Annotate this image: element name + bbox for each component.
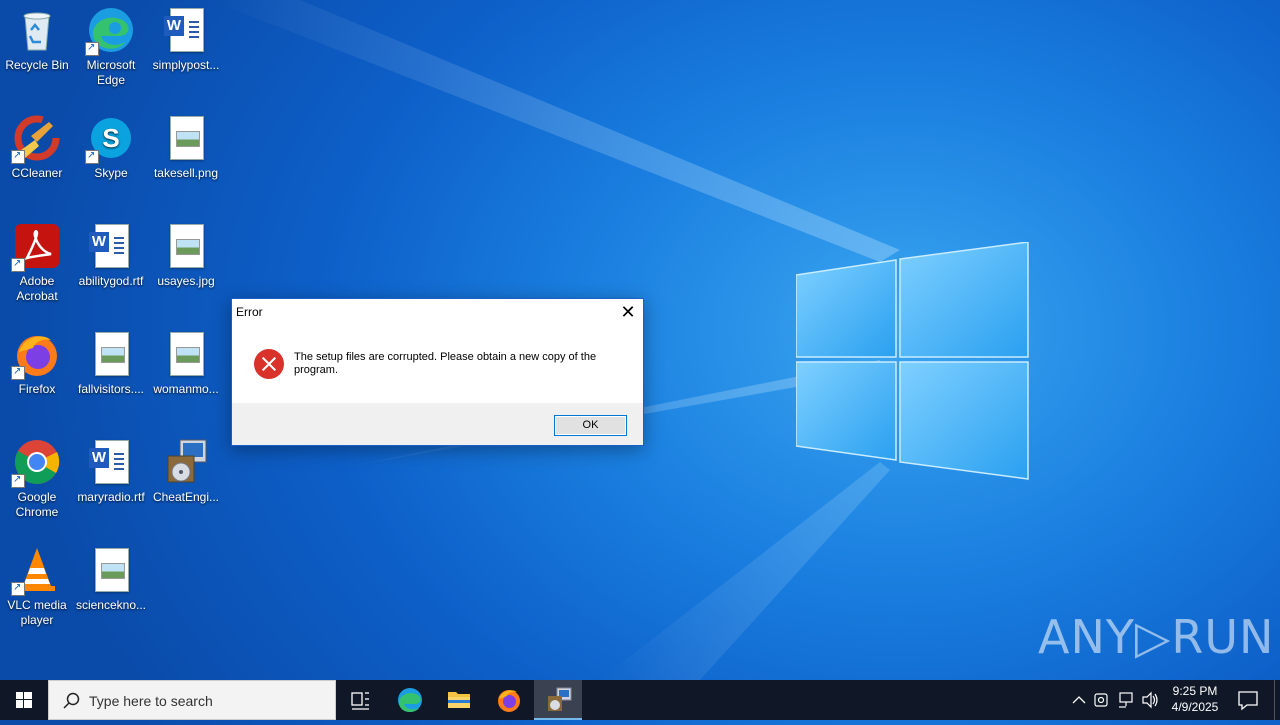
image-file-icon — [162, 330, 210, 378]
desktop-icon-label: abilitygod.rtf — [78, 274, 144, 288]
start-button[interactable] — [0, 680, 48, 720]
vlc-icon — [11, 546, 61, 596]
desktop-icon-label: fallvisitors.... — [77, 382, 144, 396]
desktop-icon-fallvisitors[interactable]: fallvisitors.... — [74, 326, 148, 397]
word-document-icon: W — [162, 6, 210, 54]
desktop-icon-adobe-acrobat[interactable]: Adobe Acrobat — [0, 218, 74, 304]
desktop-icon-label: womanmo... — [153, 382, 219, 396]
desktop-icon-label: simplypost... — [152, 58, 220, 72]
taskbar-firefox[interactable] — [485, 680, 533, 720]
taskbar-file-explorer[interactable] — [435, 680, 483, 720]
windows-start-icon — [16, 692, 32, 708]
desktop-icon-recycle-bin[interactable]: Recycle Bin — [0, 2, 74, 73]
desktop-icon-skype[interactable]: S Skype — [74, 110, 148, 181]
desktop-icon-label: Firefox — [18, 382, 56, 396]
camera-icon — [1094, 693, 1108, 707]
ok-button[interactable]: OK — [554, 415, 627, 436]
desktop-icon-label: usayes.jpg — [157, 274, 215, 288]
firefox-icon — [11, 330, 61, 380]
dialog-title: Error — [236, 305, 263, 319]
clock-date: 4/9/2025 — [1171, 700, 1219, 714]
chrome-icon — [11, 438, 61, 488]
folder-icon — [448, 692, 470, 708]
speaker-icon — [1142, 691, 1158, 709]
search-placeholder: Type here to search — [89, 693, 213, 709]
dialog-message: The setup files are corrupted. Please ob… — [294, 351, 597, 376]
desktop-icon-label: Google Chrome — [15, 490, 59, 519]
adobe-acrobat-icon — [11, 222, 61, 272]
task-view-button[interactable] — [336, 680, 384, 720]
image-file-icon — [87, 546, 135, 594]
desktop-icon-simplypost[interactable]: W simplypost... — [149, 2, 223, 73]
svg-text:S: S — [102, 123, 119, 153]
installer-icon — [162, 438, 210, 486]
notification-icon — [1238, 691, 1258, 711]
desktop-icon-label: CheatEngi... — [152, 490, 220, 504]
desktop-icon-label: takesell.png — [153, 166, 219, 180]
desktop-icon-vlc[interactable]: VLC media player — [0, 542, 74, 628]
word-document-icon: W — [87, 438, 135, 486]
skype-icon: S — [85, 114, 135, 164]
desktop-icon-google-chrome[interactable]: Google Chrome — [0, 434, 74, 520]
anyrun-watermark: ANY▷RUN — [1038, 610, 1275, 664]
taskbar-edge[interactable] — [386, 680, 434, 720]
tray-network[interactable] — [1116, 680, 1136, 720]
desktop-icon-ccleaner[interactable]: CCleaner — [0, 110, 74, 181]
desktop-icon-label: CCleaner — [11, 166, 63, 180]
edge-icon — [398, 688, 422, 713]
desktop-icon-label: VLC media player — [7, 598, 67, 627]
taskbar-clock[interactable]: 9:25 PM 4/9/2025 — [1160, 683, 1230, 715]
error-icon — [254, 349, 284, 379]
taskbar-installer-app[interactable] — [534, 680, 582, 720]
desktop-icon-usayes[interactable]: usayes.jpg — [149, 218, 223, 289]
desktop-icon-label: maryradio.rtf — [77, 490, 145, 504]
tray-meet-now[interactable] — [1092, 680, 1112, 720]
desktop-icon-label: sciencekno... — [75, 598, 147, 612]
edge-icon — [85, 6, 135, 56]
task-view-icon — [351, 692, 369, 710]
ccleaner-icon — [11, 114, 61, 164]
desktop-icon-firefox[interactable]: Firefox — [0, 326, 74, 397]
installer-icon — [548, 687, 572, 711]
clock-time: 9:25 PM — [1172, 684, 1218, 698]
desktop-icon-label: Microsoft Edge — [86, 58, 136, 87]
image-file-icon — [162, 114, 210, 162]
dialog-footer: OK — [232, 403, 643, 445]
desktop-icon-sciencekno[interactable]: sciencekno... — [74, 542, 148, 613]
firefox-icon — [498, 690, 520, 712]
windows-logo — [796, 242, 1029, 480]
desktop-icon-maryradio[interactable]: W maryradio.rtf — [74, 434, 148, 505]
show-hidden-icons-button[interactable] — [1068, 680, 1090, 720]
show-desktop-button[interactable] — [1274, 680, 1280, 720]
tray-volume[interactable] — [1140, 680, 1160, 720]
desktop-icon-takesell[interactable]: takesell.png — [149, 110, 223, 181]
desktop-icon-cheatengine[interactable]: CheatEngi... — [149, 434, 223, 505]
desktop-icon-label: Adobe Acrobat — [16, 274, 58, 303]
desktop-icon-microsoft-edge[interactable]: Microsoft Edge — [74, 2, 148, 88]
action-center-button[interactable] — [1230, 680, 1266, 720]
chevron-up-icon — [1072, 696, 1086, 704]
desktop-icon-label: Skype — [94, 166, 128, 180]
taskbar: Type here to search 9:25 PM 4/9/2025 — [0, 680, 1280, 720]
network-icon — [1119, 692, 1133, 708]
desktop-icon-label: Recycle Bin — [5, 58, 69, 72]
word-document-icon: W — [87, 222, 135, 270]
close-button[interactable]: ✕ — [613, 299, 643, 325]
taskbar-search-box[interactable]: Type here to search — [48, 680, 336, 720]
search-icon — [63, 692, 80, 709]
desktop-icon-womanmo[interactable]: womanmo... — [149, 326, 223, 397]
desktop-icon-abilitygod[interactable]: W abilitygod.rtf — [74, 218, 148, 289]
image-file-icon — [162, 222, 210, 270]
error-dialog: Error ✕ The setup files are corrupted. P… — [231, 298, 644, 446]
recycle-bin-icon — [13, 6, 61, 54]
image-file-icon — [87, 330, 135, 378]
